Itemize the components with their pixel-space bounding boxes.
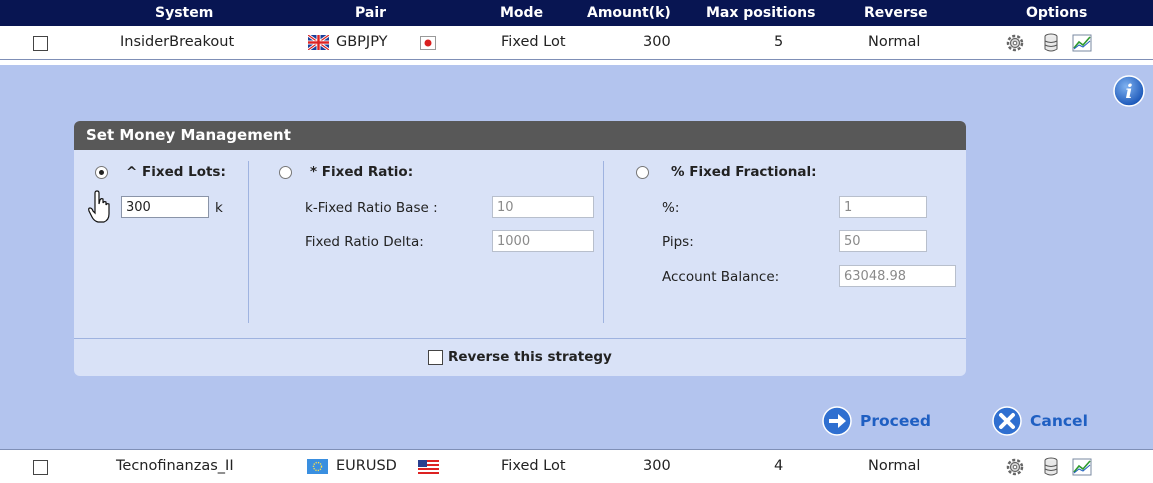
fixed-fractional-pips-label: Pips: bbox=[662, 234, 694, 250]
row-mode: Fixed Lot bbox=[501, 34, 566, 50]
row-system: InsiderBreakout bbox=[120, 34, 235, 50]
row-pair: EURUSD bbox=[336, 458, 397, 474]
fixed-ratio-base-label: k-Fixed Ratio Base : bbox=[305, 200, 438, 216]
row-max-positions: 4 bbox=[774, 458, 784, 474]
row-divider bbox=[0, 59, 1153, 60]
fixed-lots-radio[interactable] bbox=[95, 166, 108, 179]
cancel-label: Cancel bbox=[1030, 412, 1088, 430]
row-amount: 300 bbox=[643, 458, 671, 474]
fixed-fractional-pips-input[interactable] bbox=[839, 230, 927, 252]
row-system: Tecnofinanzas_II bbox=[116, 458, 234, 474]
japan-flag-icon bbox=[420, 36, 436, 50]
row-select-checkbox[interactable] bbox=[33, 36, 48, 51]
account-balance-input[interactable] bbox=[839, 265, 956, 287]
reverse-strategy-checkbox[interactable] bbox=[428, 350, 443, 365]
fixed-fractional-percent-label: %: bbox=[662, 200, 680, 216]
account-balance-label: Account Balance: bbox=[662, 269, 780, 285]
arrow-right-icon bbox=[822, 406, 852, 436]
hand-cursor-icon bbox=[88, 190, 110, 223]
info-icon[interactable]: i bbox=[1113, 75, 1145, 107]
header-max-positions: Max positions bbox=[706, 5, 816, 21]
money-management-dialog: Set Money Management ^ Fixed Lots: k * F… bbox=[74, 121, 966, 376]
row-reverse: Normal bbox=[868, 458, 921, 474]
fixed-ratio-label: * Fixed Ratio: bbox=[310, 164, 414, 180]
gear-icon[interactable] bbox=[1004, 456, 1026, 478]
section-divider bbox=[74, 338, 966, 339]
table-row[interactable]: InsiderBreakout GBPJPY Fixed Lot 300 5 N… bbox=[0, 27, 1153, 59]
row-reverse: Normal bbox=[868, 34, 921, 50]
close-icon bbox=[992, 406, 1022, 436]
row-select-checkbox[interactable] bbox=[33, 460, 48, 475]
header-mode: Mode bbox=[500, 5, 544, 21]
proceed-label: Proceed bbox=[860, 412, 931, 430]
gear-icon[interactable] bbox=[1004, 32, 1026, 54]
row-pair: GBPJPY bbox=[336, 34, 388, 50]
fixed-ratio-delta-label: Fixed Ratio Delta: bbox=[305, 234, 424, 250]
reverse-strategy-label: Reverse this strategy bbox=[448, 349, 612, 365]
header-system: System bbox=[155, 5, 214, 21]
us-flag-icon bbox=[418, 460, 439, 474]
header-reverse: Reverse bbox=[864, 5, 928, 21]
fixed-ratio-radio[interactable] bbox=[279, 166, 292, 179]
uk-flag-icon bbox=[308, 35, 329, 50]
row-amount: 300 bbox=[643, 34, 671, 50]
fixed-fractional-label: % Fixed Fractional: bbox=[671, 164, 817, 180]
fixed-lots-unit: k bbox=[215, 200, 223, 216]
svg-text:i: i bbox=[1125, 81, 1132, 103]
fixed-lots-label: ^ Fixed Lots: bbox=[126, 164, 226, 180]
table-header: System Pair Mode Amount(k) Max positions… bbox=[0, 0, 1153, 26]
row-mode: Fixed Lot bbox=[501, 458, 566, 474]
header-options: Options bbox=[1026, 5, 1088, 21]
database-icon[interactable] bbox=[1040, 32, 1062, 54]
dialog-title: Set Money Management bbox=[74, 121, 966, 150]
chart-icon[interactable] bbox=[1071, 456, 1093, 478]
fixed-ratio-base-input[interactable] bbox=[492, 196, 594, 218]
fixed-ratio-delta-input[interactable] bbox=[492, 230, 594, 252]
column-divider bbox=[248, 161, 249, 323]
header-pair: Pair bbox=[355, 5, 387, 21]
eu-flag-icon bbox=[307, 459, 328, 474]
header-amount: Amount(k) bbox=[587, 5, 671, 21]
column-divider bbox=[603, 161, 604, 323]
fixed-lots-input[interactable] bbox=[121, 196, 209, 218]
row-max-positions: 5 bbox=[774, 34, 784, 50]
fixed-fractional-radio[interactable] bbox=[636, 166, 649, 179]
row-divider bbox=[0, 449, 1153, 450]
fixed-fractional-percent-input[interactable] bbox=[839, 196, 927, 218]
table-row[interactable]: Tecnofinanzas_II EURUSD Fixed Lot 300 4 … bbox=[0, 451, 1153, 483]
chart-icon[interactable] bbox=[1071, 32, 1093, 54]
database-icon[interactable] bbox=[1040, 456, 1062, 478]
